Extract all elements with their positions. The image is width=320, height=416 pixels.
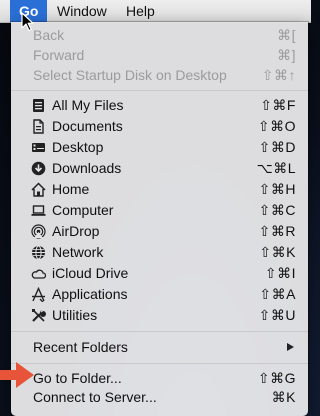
menu-item-label: Select Startup Disk on Desktop [33, 67, 227, 83]
menu-window[interactable]: Window [48, 0, 116, 22]
menu-item-label: Go to Folder... [33, 370, 122, 386]
utilities-icon [32, 309, 46, 322]
desktop-icon [32, 143, 45, 152]
menu-item-shortcut: ⇧⌘U [258, 307, 296, 323]
menu-item-shortcut: ⇧⌘H [258, 181, 296, 197]
home-icon [31, 182, 46, 197]
menu-separator [11, 331, 308, 332]
network-icon [32, 245, 45, 260]
applications-icon [32, 287, 45, 302]
menu-item-label: Computer [52, 202, 114, 218]
menu-item-shortcut: ⇧⌘↑ [261, 67, 296, 83]
documents-icon [33, 119, 44, 134]
menu-item-label: Applications [52, 286, 128, 302]
menu-item-shortcut: ⌘K [271, 389, 296, 405]
menu-item-label: All My Files [52, 97, 124, 113]
menu-bar: Go Window Help [0, 0, 311, 23]
downloads-icon [31, 161, 46, 176]
menu-item-applications[interactable]: Applications ⇧⌘A [11, 284, 308, 305]
go-menu-dropdown: Back ⌘[ Forward ⌘] Select Startup Disk o… [11, 22, 308, 416]
menu-item-label: iCloud Drive [52, 265, 129, 281]
menu-item-documents[interactable]: Documents ⇧⌘O [11, 116, 308, 137]
menu-item-back: Back ⌘[ [11, 25, 308, 46]
menu-item-icloud-drive[interactable]: iCloud Drive ⇧⌘I [11, 263, 308, 284]
computer-icon [31, 205, 46, 216]
menu-item-label: Back [33, 27, 65, 43]
menu-item-connect-to-server[interactable]: Connect to Server... ⌘K [11, 387, 308, 408]
menu-item-label: AirDrop [52, 223, 100, 239]
menu-item-shortcut: ⇧⌘D [258, 139, 296, 155]
all-files-icon [33, 99, 44, 112]
menu-item-shortcut: ⌘] [277, 47, 296, 63]
menu-item-computer[interactable]: Computer ⇧⌘C [11, 200, 308, 221]
menu-item-label: Home [52, 181, 90, 197]
menu-item-shortcut: ⇧⌘F [260, 97, 296, 113]
menu-separator [11, 363, 308, 364]
menu-item-label: Forward [33, 47, 85, 63]
menu-item-shortcut: ⇧⌘C [258, 202, 296, 218]
menu-item-shortcut: ⇧⌘I [264, 265, 296, 281]
menu-item-label: Downloads [52, 160, 122, 176]
menu-item-downloads[interactable]: Downloads ⌥⌘L [11, 158, 308, 179]
menu-item-label: Utilities [52, 307, 98, 323]
menu-item-label: Network [52, 244, 104, 260]
menu-item-label: Desktop [52, 139, 104, 155]
annotation-arrow-icon [0, 362, 34, 388]
menu-item-shortcut: ⇧⌘A [259, 286, 296, 302]
menu-item-home[interactable]: Home ⇧⌘H [11, 179, 308, 200]
menu-item-label: Documents [52, 118, 123, 134]
menu-item-utilities[interactable]: Utilities ⇧⌘U [11, 305, 308, 326]
menu-item-shortcut: ⇧⌘R [258, 223, 296, 239]
submenu-arrow-icon [287, 343, 294, 351]
menu-item-shortcut: ⇧⌘O [257, 118, 296, 134]
airdrop-icon [31, 224, 46, 239]
menu-item-all-my-files[interactable]: All My Files ⇧⌘F [11, 95, 308, 116]
menu-item-shortcut: ⇧⌘G [257, 370, 296, 386]
menu-item-shortcut: ⌥⌘L [256, 160, 296, 176]
mouse-cursor-icon [21, 12, 34, 32]
menu-item-label: Recent Folders [33, 339, 128, 355]
menu-help[interactable]: Help [117, 0, 164, 22]
menu-item-network[interactable]: Network ⇧⌘K [11, 242, 308, 263]
icloud-icon [31, 269, 46, 279]
menu-item-select-startup-disk: Select Startup Disk on Desktop ⇧⌘↑ [11, 65, 308, 86]
menu-item-label: Connect to Server... [33, 389, 157, 405]
menu-item-forward: Forward ⌘] [11, 45, 308, 66]
menu-separator [11, 90, 308, 91]
menu-item-recent-folders[interactable]: Recent Folders [11, 337, 308, 358]
menu-item-go-to-folder[interactable]: Go to Folder... ⇧⌘G [11, 368, 308, 389]
menu-item-shortcut: ⌘[ [277, 27, 296, 43]
menu-item-desktop[interactable]: Desktop ⇧⌘D [11, 137, 308, 158]
menu-item-airdrop[interactable]: AirDrop ⇧⌘R [11, 221, 308, 242]
menu-item-shortcut: ⇧⌘K [259, 244, 296, 260]
